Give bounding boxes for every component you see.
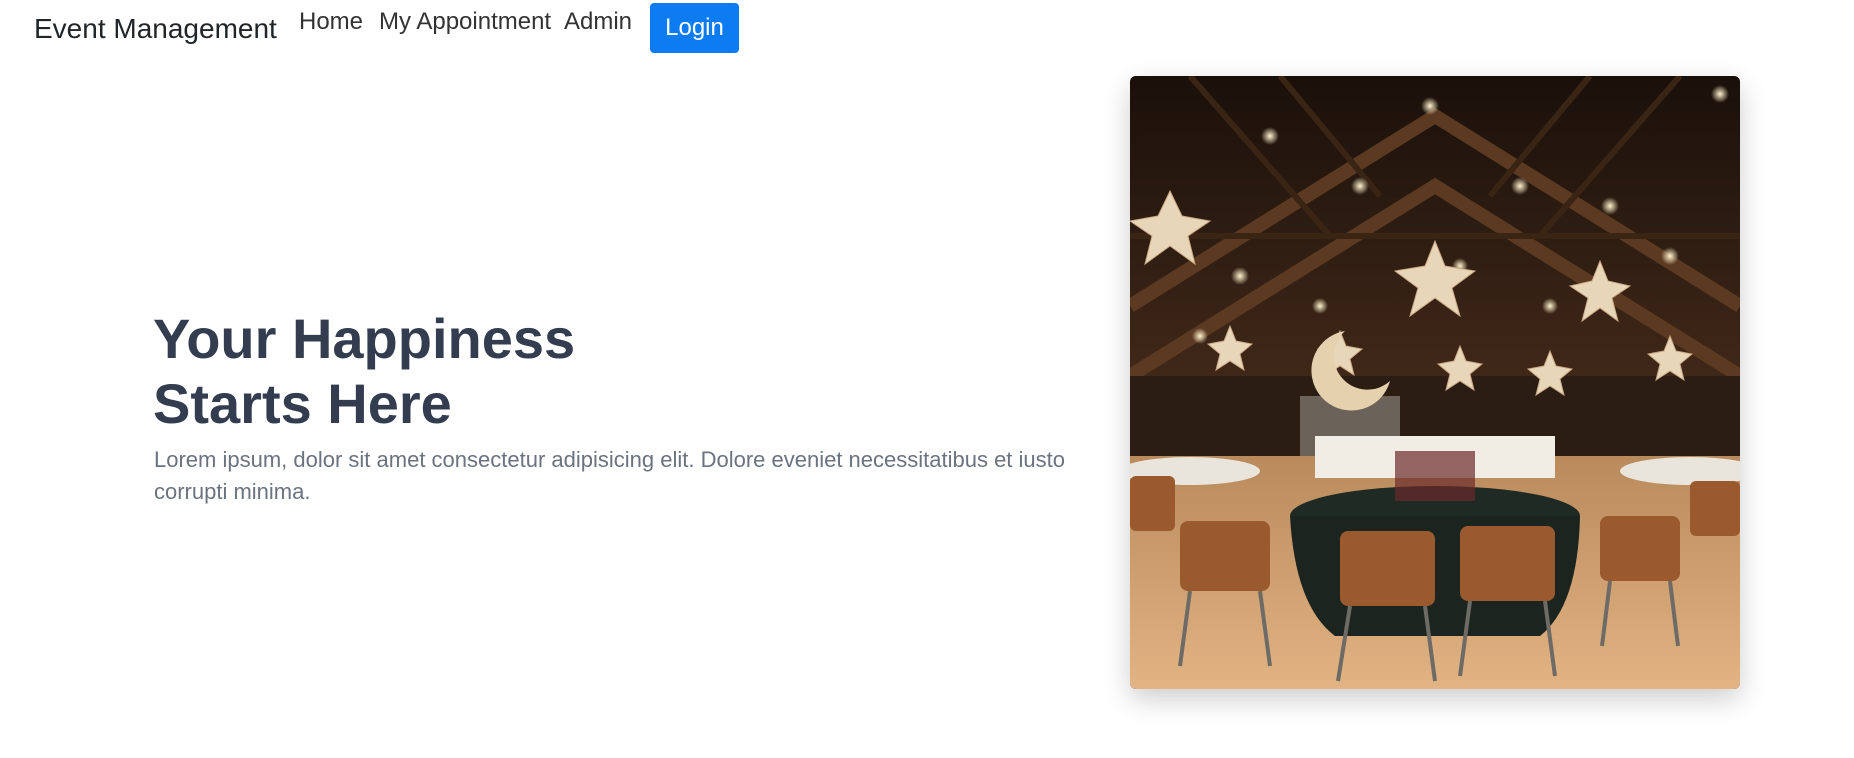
nav-link-home[interactable]: Home: [299, 8, 363, 36]
nav-link-admin[interactable]: Admin: [564, 8, 632, 36]
hero-image: [1130, 76, 1740, 689]
brand-link[interactable]: Event Management: [34, 13, 277, 45]
event-hall-illustration: [1130, 76, 1740, 689]
hero-title: Your Happiness Starts Here: [153, 306, 575, 436]
login-button[interactable]: Login: [650, 3, 739, 53]
hero-title-line-2: Starts Here: [153, 372, 452, 435]
hero-title-line-1: Your Happiness: [153, 307, 576, 370]
hero-description: Lorem ipsum, dolor sit amet consectetur …: [154, 447, 1066, 504]
nav-link-my-appointment[interactable]: My Appointment: [379, 8, 551, 36]
navbar: Event Management Home My Appointment Adm…: [0, 0, 1854, 60]
